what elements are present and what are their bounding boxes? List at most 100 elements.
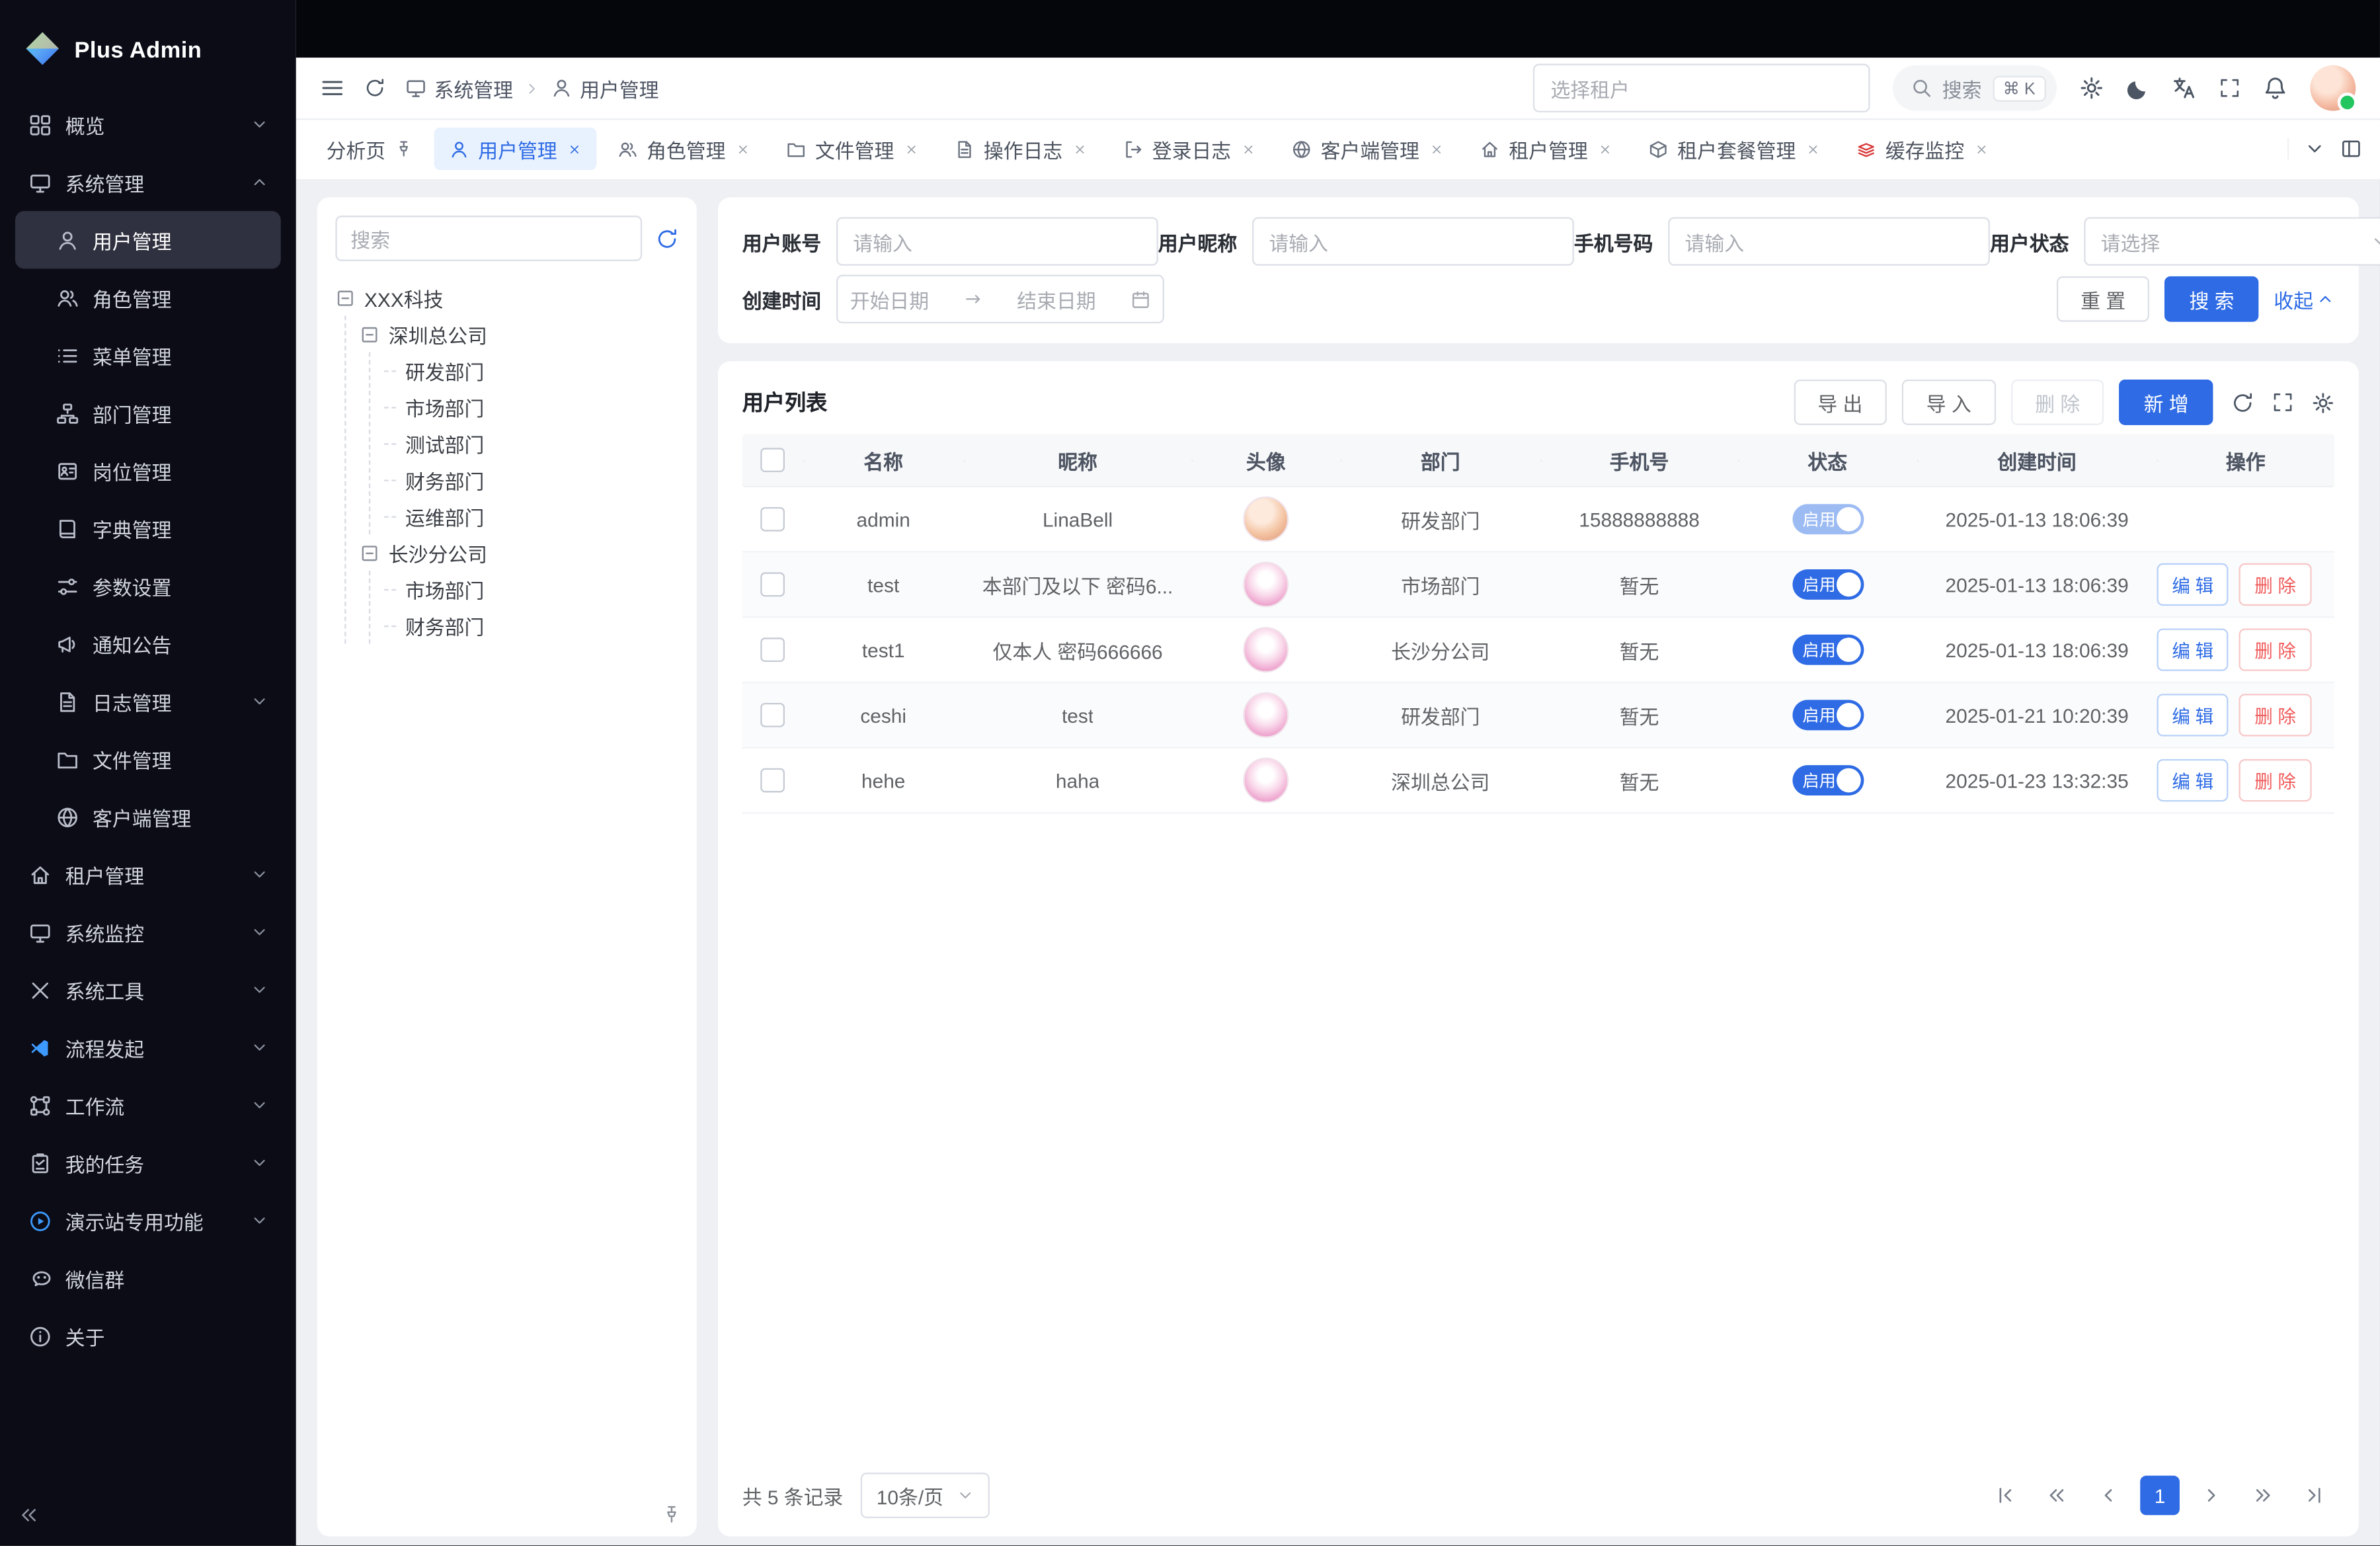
close-icon[interactable]	[736, 142, 750, 156]
collapse-box-icon[interactable]	[360, 543, 379, 563]
edit-button[interactable]: 编 辑	[2157, 563, 2229, 606]
close-icon[interactable]	[905, 142, 919, 156]
prev-pages-button[interactable]	[2037, 1476, 2077, 1516]
sidebar-item-菜单管理[interactable]: 菜单管理	[15, 327, 281, 384]
sidebar-item-部门管理[interactable]: 部门管理	[15, 384, 281, 442]
edit-button[interactable]: 编 辑	[2157, 629, 2229, 671]
close-icon[interactable]	[1806, 142, 1820, 156]
collapse-filters-link[interactable]: 收起	[2274, 284, 2334, 313]
add-button[interactable]: 新 增	[2120, 380, 2213, 425]
sidebar-item-客户端管理[interactable]: 客户端管理	[15, 788, 281, 846]
sidebar-item-租户管理[interactable]: 租户管理	[15, 846, 281, 903]
status-switch[interactable]: 启用	[1792, 635, 1863, 665]
tree-node-研发部门[interactable]: 研发部门	[384, 352, 678, 389]
more-button[interactable]: 更多	[2322, 630, 2334, 670]
sidebar-item-演示站专用功能[interactable]: 演示站专用功能	[15, 1192, 281, 1249]
global-search-button[interactable]: 搜索 ⌘ K	[1892, 65, 2057, 111]
hamburger-icon[interactable]	[320, 76, 344, 101]
table-refresh-icon[interactable]	[2231, 391, 2254, 413]
fullscreen-icon[interactable]	[2219, 77, 2241, 99]
sidebar-item-角色管理[interactable]: 角色管理	[15, 268, 281, 326]
collapse-box-icon[interactable]	[360, 324, 379, 344]
tab-客户端管理[interactable]: 客户端管理	[1277, 128, 1459, 170]
tree-pin-icon[interactable]	[662, 1504, 682, 1524]
close-icon[interactable]	[1242, 142, 1255, 156]
filter-input-用户账号[interactable]: 请输入	[836, 217, 1158, 265]
breadcrumb-item[interactable]: 用户管理	[551, 73, 658, 102]
sidebar-item-关于[interactable]: 关于	[15, 1307, 281, 1365]
sidebar-item-概览[interactable]: 概览	[15, 96, 281, 153]
next-page-button[interactable]	[2192, 1476, 2231, 1516]
language-icon[interactable]	[2172, 76, 2196, 101]
tab-操作日志[interactable]: 操作日志	[939, 128, 1102, 170]
sidebar-item-工作流[interactable]: 工作流	[15, 1077, 281, 1134]
tree-node-XXX科技[interactable]: XXX科技	[335, 279, 678, 315]
sidebar-item-用户管理[interactable]: 用户管理	[15, 211, 281, 268]
status-switch[interactable]: 启用	[1792, 700, 1863, 730]
tree-node-长沙分公司[interactable]: 长沙分公司	[360, 534, 678, 571]
collapse-box-icon[interactable]	[335, 288, 355, 307]
tab-租户管理[interactable]: 租户管理	[1465, 128, 1628, 170]
more-button[interactable]: 更多	[2322, 565, 2334, 604]
delete-row-button[interactable]: 删 除	[2239, 629, 2311, 671]
tree-node-市场部门[interactable]: 市场部门	[384, 571, 678, 607]
tree-node-深圳总公司[interactable]: 深圳总公司	[360, 316, 678, 352]
sidebar-item-字典管理[interactable]: 字典管理	[15, 499, 281, 557]
table-settings-icon[interactable]	[2312, 391, 2334, 413]
sidebar-collapse-button[interactable]	[19, 1504, 40, 1530]
tabs-dropdown-icon[interactable]	[2304, 138, 2325, 159]
tree-node-财务部门[interactable]: 财务部门	[384, 607, 678, 643]
page-size-select[interactable]: 10条/页	[861, 1473, 989, 1518]
breadcrumb-item[interactable]: 系统管理	[405, 73, 513, 102]
import-button[interactable]: 导 入	[1902, 380, 1995, 425]
sidebar-item-日志管理[interactable]: 日志管理	[15, 672, 281, 730]
delete-row-button[interactable]: 删 除	[2239, 759, 2311, 801]
status-switch[interactable]: 启用	[1792, 504, 1863, 534]
tree-search-input[interactable]: 搜索	[335, 216, 642, 261]
reset-button[interactable]: 重 置	[2056, 276, 2149, 322]
dark-mode-icon[interactable]	[2127, 77, 2149, 99]
tree-node-市场部门[interactable]: 市场部门	[384, 389, 678, 425]
tab-角色管理[interactable]: 角色管理	[603, 128, 766, 170]
last-page-button[interactable]	[2295, 1476, 2334, 1516]
export-button[interactable]: 导 出	[1794, 380, 1887, 425]
row-checkbox[interactable]	[760, 507, 785, 532]
sidebar-item-系统监控[interactable]: 系统监控	[15, 903, 281, 961]
date-range-input[interactable]: 开始日期 结束日期	[836, 275, 1164, 323]
sidebar-item-文件管理[interactable]: 文件管理	[15, 730, 281, 788]
current-page-button[interactable]: 1	[2140, 1476, 2180, 1516]
refresh-icon[interactable]	[364, 77, 385, 99]
sidebar-item-参数设置[interactable]: 参数设置	[15, 557, 281, 615]
sidebar-item-流程发起[interactable]: 流程发起	[15, 1019, 281, 1077]
more-button[interactable]: 更多	[2322, 696, 2334, 735]
filter-input-用户昵称[interactable]: 请输入	[1252, 217, 1574, 265]
next-pages-button[interactable]	[2243, 1476, 2283, 1516]
sidebar-item-系统管理[interactable]: 系统管理	[15, 153, 281, 211]
filter-search-button[interactable]: 搜 索	[2165, 276, 2258, 322]
tenant-select[interactable]: 选择租户	[1532, 63, 1870, 112]
row-checkbox[interactable]	[760, 704, 785, 728]
close-icon[interactable]	[1430, 142, 1444, 156]
tab-分析页[interactable]: 分析页	[311, 128, 428, 170]
user-avatar[interactable]	[2310, 65, 2356, 111]
prev-page-button[interactable]	[2088, 1476, 2128, 1516]
more-button[interactable]: 更多	[2322, 760, 2334, 800]
row-checkbox[interactable]	[760, 768, 785, 793]
select-all-checkbox[interactable]	[760, 448, 785, 473]
delete-row-button[interactable]: 删 除	[2239, 694, 2311, 736]
close-icon[interactable]	[568, 142, 582, 156]
tab-用户管理[interactable]: 用户管理	[434, 128, 597, 170]
close-icon[interactable]	[1599, 142, 1612, 156]
delete-button[interactable]: 删 除	[2010, 380, 2104, 425]
tree-refresh-icon[interactable]	[656, 227, 678, 249]
filter-input-手机号码[interactable]: 请输入	[1668, 217, 1990, 265]
sidebar-item-系统工具[interactable]: 系统工具	[15, 961, 281, 1018]
edit-button[interactable]: 编 辑	[2157, 759, 2229, 801]
filter-select-用户状态[interactable]: 请选择	[2084, 217, 2380, 265]
close-icon[interactable]	[1975, 142, 1989, 156]
sidebar-item-通知公告[interactable]: 通知公告	[15, 615, 281, 672]
sidebar-item-微信群[interactable]: 微信群	[15, 1250, 281, 1307]
table-fullscreen-icon[interactable]	[2272, 391, 2293, 413]
sidebar-item-我的任务[interactable]: 我的任务	[15, 1134, 281, 1192]
settings-icon[interactable]	[2079, 76, 2104, 101]
